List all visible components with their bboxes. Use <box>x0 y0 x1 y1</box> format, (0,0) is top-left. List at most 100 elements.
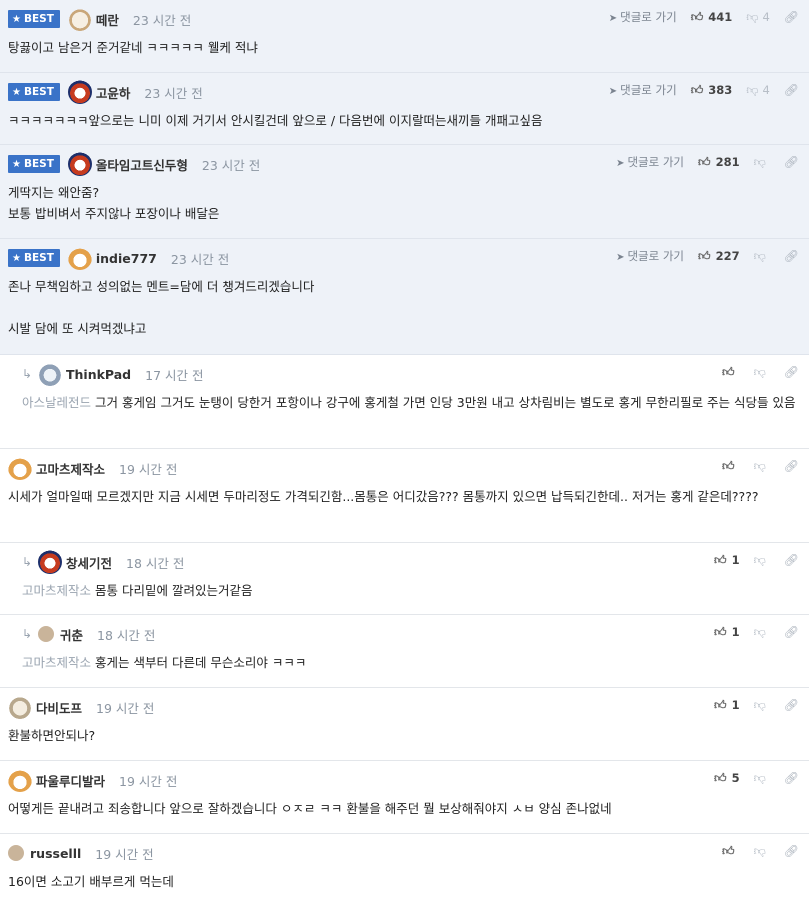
thumbs-up-icon: 👍︎ <box>714 770 727 785</box>
link-icon[interactable]: 🔗︎ <box>784 10 799 24</box>
nickname[interactable]: 고윤하 <box>96 83 131 102</box>
comment-line: 아스날레전드 그거 홍게임 그거도 눈탱이 당한거 포항이나 강구에 홍게철 가면… <box>22 395 796 410</box>
thumbs-down-icon: 👎︎ <box>753 624 766 639</box>
star-icon: ★ <box>12 158 21 170</box>
downvote-button[interactable]: 👎︎ <box>754 698 770 713</box>
link-icon[interactable]: 🔗︎ <box>784 771 799 785</box>
avatar[interactable] <box>38 626 54 642</box>
avatar[interactable] <box>38 362 62 386</box>
timestamp: 23 시간 전 <box>201 157 261 173</box>
avatar[interactable] <box>8 768 32 792</box>
comment-actions: ➤ 댓글로 가기 👍︎ 441 👎︎ 4 🔗︎ <box>609 8 799 26</box>
downvote-button[interactable]: 👎︎ 4 <box>746 10 770 25</box>
link-icon[interactable]: 🔗︎ <box>784 698 799 712</box>
comment-body: 환불하면안되나? <box>8 725 799 746</box>
upvote-button[interactable]: 👍︎ 1 <box>714 553 740 568</box>
goto-comment-link[interactable]: ➤ 댓글로 가기 <box>616 154 684 170</box>
upvote-button[interactable]: 👍︎ 383 <box>691 83 733 98</box>
downvote-button[interactable]: 👎︎ <box>754 365 770 380</box>
avatar[interactable] <box>67 152 92 176</box>
comment-line: 존나 무책임하고 성의없는 멘트=담에 더 챙겨드리겠습니다 <box>8 279 315 294</box>
timestamp: 23 시간 전 <box>144 85 203 101</box>
mention-link[interactable]: 고마츠제작소 <box>22 655 91 670</box>
downvote-button[interactable]: 👎︎ 4 <box>746 83 770 98</box>
avatar[interactable] <box>67 7 92 31</box>
avatar[interactable] <box>8 845 24 861</box>
nickname[interactable]: 귀춘 <box>60 625 83 644</box>
link-icon[interactable]: 🔗︎ <box>784 83 799 97</box>
downvote-button[interactable]: 👎︎ <box>754 553 770 568</box>
thumbs-down-icon: 👎︎ <box>746 9 759 24</box>
link-icon[interactable]: 🔗︎ <box>784 553 799 567</box>
avatar[interactable] <box>8 695 32 719</box>
comment-actions: 👍︎ 1 👎︎ 🔗︎ <box>714 623 799 641</box>
thumbs-up-icon: 👍︎ <box>690 82 704 97</box>
nickname[interactable]: ThinkPad <box>66 367 131 382</box>
link-icon[interactable]: 🔗︎ <box>784 625 799 639</box>
comment-item: ★ BEST 고윤하 23 시간 전 ➤ 댓글로 가기 👍︎ 383 👎︎ 4 🔗︎ ㅋㅋㅋㅋㅋㅋㅋ앞… <box>0 73 809 145</box>
link-icon[interactable]: 🔗︎ <box>784 155 799 169</box>
nickname[interactable]: russelll <box>30 846 81 861</box>
comment-line: ㅋㅋㅋㅋㅋㅋㅋ앞으로는 니미 이제 거기서 안시킬건데 앞으로 / 다음번에 이… <box>8 113 543 128</box>
comment-body: 존나 무책임하고 성의없는 멘트=담에 더 챙겨드리겠습니다 시발 담에 또 시켜… <box>8 276 799 339</box>
goto-comment-link[interactable]: ➤ 댓글로 가기 <box>609 82 677 98</box>
mention-link[interactable]: 아스날레전드 <box>22 395 91 410</box>
best-badge: ★ BEST <box>8 10 60 28</box>
nickname[interactable]: 고마츠제작소 <box>36 459 105 478</box>
comment-body: 게딱지는 왜안줌? 보통 밥비벼서 주지않나 포장이나 배달은 <box>8 182 799 224</box>
nickname[interactable]: 다비도프 <box>36 698 82 717</box>
timestamp: 19 시간 전 <box>95 846 154 862</box>
nickname[interactable]: 창세기전 <box>66 553 112 572</box>
star-icon: ★ <box>12 252 21 264</box>
star-icon: ★ <box>12 86 21 98</box>
goto-comment-link[interactable]: ➤ 댓글로 가기 <box>609 9 677 25</box>
comment-actions: ➤ 댓글로 가기 👍︎ 383 👎︎ 4 🔗︎ <box>609 81 799 99</box>
comment-body: 고마츠제작소 몸통 다리밑에 깔려있는거같음 <box>22 580 799 601</box>
nickname[interactable]: 떼란 <box>96 10 119 29</box>
upvote-button[interactable]: 👍︎ 1 <box>714 625 740 640</box>
comment-line: 탕끓이고 남은거 준거같네 ㅋㅋㅋㅋㅋ 웰케 적냐 <box>8 40 258 55</box>
comment-line: 시세가 얼마일때 모르겠지만 지금 시세면 두마리정도 가격되긴함...몸통은 … <box>8 489 759 504</box>
avatar[interactable] <box>38 550 62 574</box>
upvote-button[interactable]: 👍︎ 1 <box>714 698 740 713</box>
downvote-button[interactable]: 👎︎ <box>754 249 770 264</box>
upvote-count: 1 <box>731 698 740 712</box>
thumbs-up-icon: 👍︎ <box>698 248 711 263</box>
upvote-button[interactable]: 👍︎ <box>722 844 740 859</box>
upvote-button[interactable]: 👍︎ <box>722 365 740 380</box>
upvote-button[interactable]: 👍︎ 5 <box>714 771 740 786</box>
goto-comment-link[interactable]: ➤ 댓글로 가기 <box>616 248 684 264</box>
comment-line: 환불하면안되나? <box>8 728 96 743</box>
upvote-button[interactable]: 👍︎ 441 <box>691 10 733 25</box>
downvote-button[interactable]: 👎︎ <box>754 771 770 786</box>
best-badge: ★ BEST <box>8 83 60 101</box>
link-icon[interactable]: 🔗︎ <box>784 365 799 379</box>
nickname[interactable]: 파울루디발라 <box>36 771 105 790</box>
downvote-button[interactable]: 👎︎ <box>754 155 770 170</box>
comment-body: 고마츠제작소 홍게는 색부터 다른데 무슨소리야 ㅋㅋㅋ <box>22 652 799 673</box>
timestamp: 19 시간 전 <box>119 773 178 789</box>
thumbs-up-icon: 👍︎ <box>722 843 735 858</box>
comment-item: ★ BEST 올타임고트신두형 23 시간 전 ➤ 댓글로 가기 👍︎ 281 👎︎ 🔗︎ 게딱지는… <box>0 145 809 239</box>
upvote-button[interactable]: 👍︎ 281 <box>698 155 740 170</box>
comment-actions: 👍︎ 1 👎︎ 🔗︎ <box>714 551 799 569</box>
avatar[interactable] <box>67 246 92 270</box>
downvote-button[interactable]: 👎︎ <box>754 844 770 859</box>
avatar[interactable] <box>8 456 32 480</box>
downvote-button[interactable]: 👎︎ <box>754 625 770 640</box>
upvote-button[interactable]: 👍︎ <box>722 459 740 474</box>
avatar[interactable] <box>67 80 92 104</box>
comment-actions: ➤ 댓글로 가기 👍︎ 281 👎︎ 🔗︎ <box>616 153 799 171</box>
link-icon[interactable]: 🔗︎ <box>784 249 799 263</box>
link-icon[interactable]: 🔗︎ <box>784 459 799 473</box>
comment-line: 보통 밥비벼서 주지않나 포장이나 배달은 <box>8 206 220 221</box>
nickname[interactable]: indie777 <box>96 251 157 266</box>
thumbs-up-icon: 👍︎ <box>722 364 735 379</box>
downvote-button[interactable]: 👎︎ <box>754 459 770 474</box>
link-icon[interactable]: 🔗︎ <box>784 844 799 858</box>
mention-link[interactable]: 고마츠제작소 <box>22 583 91 598</box>
send-arrow-icon: ➤ <box>616 252 625 263</box>
upvote-button[interactable]: 👍︎ 227 <box>698 249 740 264</box>
thumbs-up-icon: 👍︎ <box>714 552 727 567</box>
nickname[interactable]: 올타임고트신두형 <box>96 155 188 174</box>
